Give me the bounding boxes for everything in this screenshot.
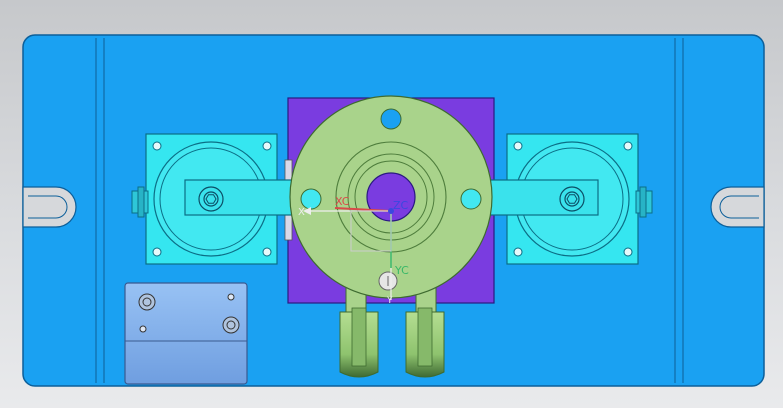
light-blue-block[interactable] [124, 282, 248, 385]
y-label: Y [386, 296, 393, 306]
left-arm[interactable] [184, 179, 308, 216]
cad-viewport[interactable]: XC YC ZC X Y [0, 0, 783, 408]
right-slot [710, 186, 765, 228]
yc-label: YC [394, 264, 409, 277]
zc-label: ZC [393, 199, 409, 212]
model-canvas[interactable]: XC YC ZC X Y [0, 0, 783, 408]
xc-label: XC [335, 195, 350, 208]
x-label: X [298, 207, 305, 218]
left-slot [22, 186, 77, 228]
right-arm[interactable] [475, 179, 599, 216]
